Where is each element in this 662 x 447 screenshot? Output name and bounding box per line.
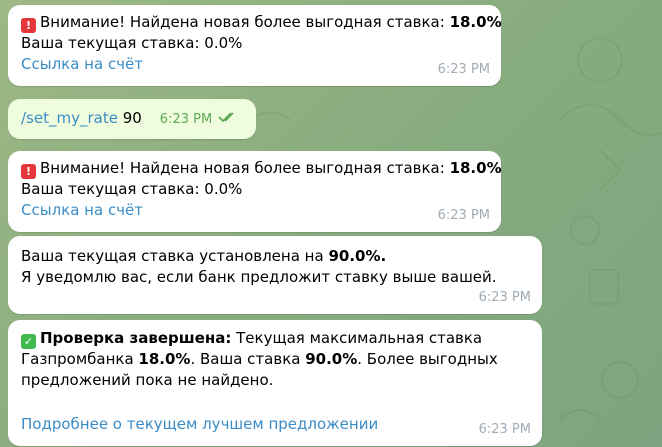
no-offers-line: предложений пока не найдено. — [21, 371, 274, 389]
rotating-light-icon: ! — [21, 164, 36, 179]
message-time: 6:23 PM — [478, 422, 531, 437]
outgoing-message: /set_my_rate 90 6:23 PM — [8, 99, 256, 139]
rate-set-line: Ваша текущая ставка установлена на 90.0%… — [21, 247, 387, 265]
message-time: 6:23 PM — [478, 290, 531, 305]
message-time: 6:23 PM — [437, 208, 490, 223]
incoming-message: Ваша текущая ставка установлена на 90.0%… — [8, 236, 542, 314]
alert-text: Внимание! Найдена новая более выгодная с… — [40, 159, 450, 177]
incoming-message: ! Внимание! Найдена новая более выгодная … — [8, 5, 502, 86]
rotating-light-icon: ! — [21, 18, 36, 33]
check-title: Проверка завершена: — [40, 329, 232, 347]
user-rate: 90.0%. — [328, 247, 387, 265]
notify-line: Я уведомлю вас, если банк предложит став… — [21, 268, 497, 286]
incoming-message: ! Внимание! Найдена новая более выгодная … — [8, 151, 502, 232]
check-result-line: ✓ Проверка завершена: Текущая максимальна… — [21, 328, 530, 349]
current-rate-text: Ваша текущая ставка: 0.0% — [21, 34, 243, 52]
double-check-icon — [218, 108, 238, 129]
message-time: 6:23 PM — [159, 112, 213, 127]
alert-rate: 18.0% — [449, 159, 502, 177]
command-argument: 90 — [117, 109, 142, 127]
alert-line: ! Внимание! Найдена новая более выгодная … — [21, 12, 502, 33]
alert-line: ! Внимание! Найдена новая более выгодная … — [21, 158, 502, 179]
alert-text: Внимание! Найдена новая более выгодная с… — [40, 13, 450, 31]
message-time: 6:23 PM — [437, 62, 490, 77]
current-rate-text: Ваша текущая ставка: 0.0% — [21, 180, 243, 198]
command-link[interactable]: /set_my_rate — [21, 109, 118, 127]
alert-rate: 18.0% — [449, 13, 502, 31]
best-offer-link[interactable]: Подробнее о текущем лучшем предложении — [21, 415, 378, 433]
check-mark-button-icon: ✓ — [21, 334, 36, 349]
account-link[interactable]: Ссылка на счёт — [21, 201, 143, 219]
rates-line: Газпромбанка 18.0%. Ваша ставка 90.0%. Б… — [21, 350, 498, 368]
incoming-message: ✓ Проверка завершена: Текущая максимальна… — [8, 320, 542, 446]
account-link[interactable]: Ссылка на счёт — [21, 55, 143, 73]
